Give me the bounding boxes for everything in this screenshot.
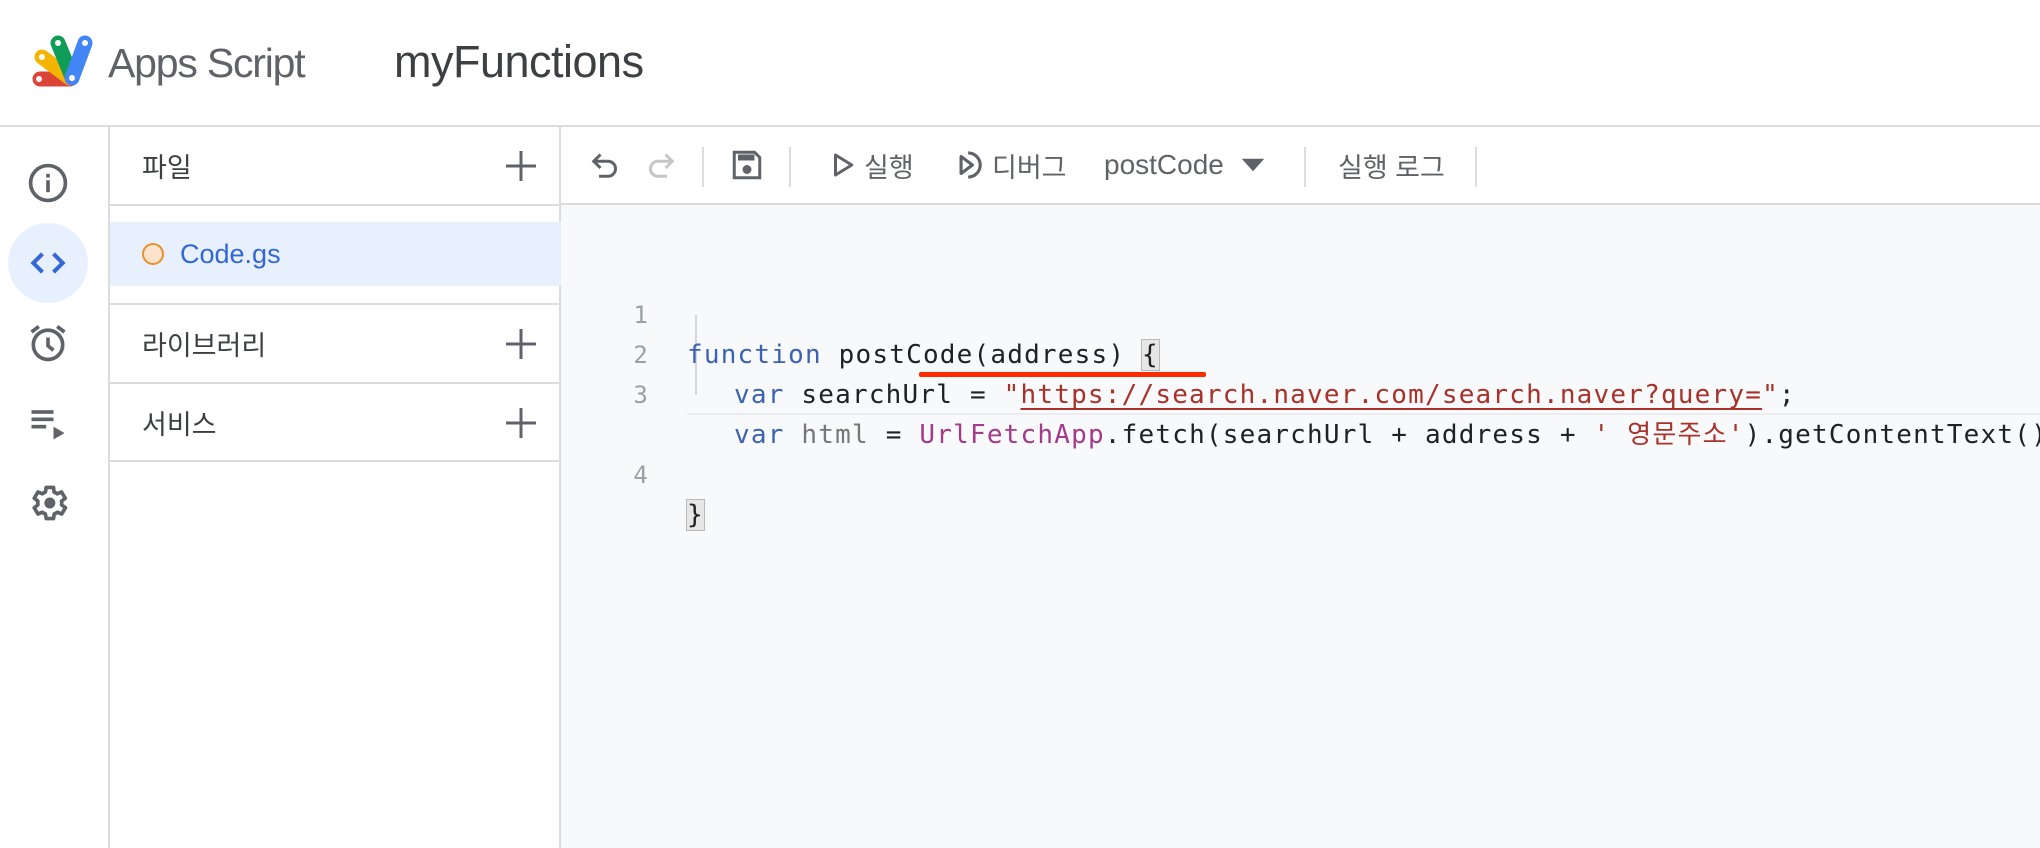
code-icon: [30, 252, 66, 274]
undo-icon: [591, 153, 617, 178]
debug-button[interactable]: 디버그: [954, 127, 1067, 203]
code-line-4[interactable]: 4 }: [561, 375, 2040, 531]
function-select-value: postCode: [1104, 149, 1224, 180]
plus-icon: [506, 328, 536, 359]
red-annotation-underline: [919, 372, 1206, 377]
add-library-button[interactable]: [499, 322, 543, 366]
code-text: var html = UrlFetchApp.fetch(searchUrl +…: [734, 415, 2040, 455]
execution-log-label: 실행 로그: [1338, 152, 1445, 183]
line-number: 4: [633, 461, 649, 489]
code-token-kw: var: [734, 420, 785, 450]
app-header: Apps Script myFunctions: [0, 0, 2040, 127]
toolbar-separator: [789, 147, 791, 187]
code-token-plain: .fetch(searchUrl + address +: [1104, 420, 1594, 450]
code-token-cls: UrlFetchApp: [919, 420, 1105, 450]
apps-script-logo-icon[interactable]: [30, 33, 98, 88]
code-line-1[interactable]: 1 function postCode(address) {: [561, 255, 2040, 371]
services-section-header: 서비스: [110, 384, 561, 461]
code-line-2[interactable]: 2 var searchUrl = "https://search.naver.…: [561, 295, 2040, 410]
toolbar-separator: [1475, 147, 1477, 187]
rail-triggers-button[interactable]: [8, 303, 88, 383]
plus-icon: [506, 407, 536, 438]
redo-icon: [649, 153, 675, 178]
file-item-code-gs[interactable]: Code.gs: [110, 222, 561, 286]
run-label: 실행: [864, 152, 914, 183]
run-button[interactable]: 실행: [828, 127, 914, 203]
code-token-bracket: }: [686, 499, 705, 531]
left-nav-rail: [0, 127, 110, 848]
add-file-button[interactable]: [499, 144, 543, 188]
product-name[interactable]: Apps Script: [108, 38, 306, 88]
libraries-section-header: 라이브러리: [110, 305, 561, 382]
dropdown-arrow-icon: [1241, 158, 1265, 172]
rail-editor-button[interactable]: [8, 223, 88, 303]
project-title[interactable]: myFunctions: [394, 35, 644, 89]
divider: [110, 460, 561, 462]
code-token-plain: ).getContentText();: [1744, 420, 2040, 450]
current-line-highlight: [687, 413, 2040, 415]
code-editor[interactable]: 1 function postCode(address) { 2 var sea…: [561, 205, 2040, 848]
rail-settings-button[interactable]: [8, 463, 88, 543]
gear-icon: [32, 485, 68, 521]
code-text: }: [686, 495, 705, 535]
function-select[interactable]: postCode: [1104, 127, 1268, 203]
code-line-3[interactable]: 3 var html = UrlFetchApp.fetch(searchUrl…: [561, 335, 2040, 450]
libraries-label: 라이브러리: [142, 331, 267, 361]
code-token-plain: =: [868, 420, 920, 450]
files-section-header: 파일: [110, 127, 561, 204]
save-button[interactable]: [729, 127, 765, 203]
save-icon: [732, 150, 762, 180]
code-token-grey: html: [801, 420, 869, 450]
rail-overview-button[interactable]: [8, 143, 88, 223]
info-icon: [28, 163, 68, 203]
unsaved-status-icon: [142, 243, 164, 265]
editor-toolbar: 실행 디버그 postCode 실행 로그: [561, 127, 2040, 205]
services-label: 서비스: [142, 410, 217, 440]
alarm-clock-icon: [30, 325, 66, 362]
code-token-str: ' 영문주소': [1593, 420, 1745, 450]
debug-label: 디버그: [992, 152, 1067, 183]
files-panel: 파일 Code.gs 라이브러리 서비스: [110, 127, 561, 848]
undo-button[interactable]: [587, 127, 623, 203]
rail-executions-button[interactable]: [8, 383, 88, 463]
executions-icon: [31, 410, 65, 440]
redo-button[interactable]: [643, 127, 679, 203]
play-icon: [834, 153, 854, 177]
toolbar-separator: [702, 147, 704, 187]
divider: [110, 204, 561, 206]
add-service-button[interactable]: [499, 401, 543, 445]
execution-log-button[interactable]: 실행 로그: [1338, 127, 1445, 203]
debug-icon: [959, 151, 982, 179]
toolbar-separator: [1304, 147, 1306, 187]
files-label: 파일: [142, 153, 192, 183]
file-name: Code.gs: [180, 238, 281, 269]
plus-icon: [506, 150, 536, 181]
